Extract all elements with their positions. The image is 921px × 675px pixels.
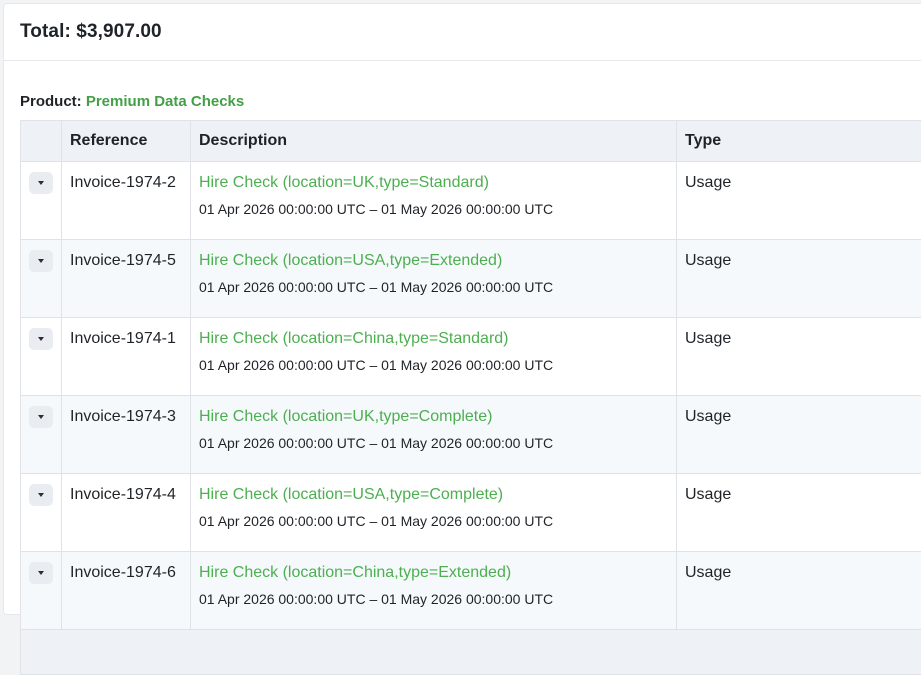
table-row: Invoice-1974-2 Hire Check (location=UK,t… <box>21 162 921 240</box>
row-description-cell: Hire Check (location=USA,type=Extended) … <box>191 240 677 318</box>
table-footer-row <box>21 630 921 675</box>
row-period: 01 Apr 2026 00:00:00 UTC – 01 May 2026 0… <box>199 356 668 374</box>
row-description-link[interactable]: Hire Check (location=USA,type=Complete) <box>199 485 668 505</box>
expand-row-button[interactable] <box>29 328 53 350</box>
row-period: 01 Apr 2026 00:00:00 UTC – 01 May 2026 0… <box>199 200 668 218</box>
line-items-table: Reference Description Type Invoice-1974-… <box>20 120 921 675</box>
expand-row-button[interactable] <box>29 250 53 272</box>
row-description-link[interactable]: Hire Check (location=UK,type=Complete) <box>199 407 668 427</box>
header-description[interactable]: Description <box>191 121 677 162</box>
row-toggle-cell <box>21 318 62 396</box>
row-type: Usage <box>677 474 921 552</box>
table-row: Invoice-1974-1 Hire Check (location=Chin… <box>21 318 921 396</box>
row-description-link[interactable]: Hire Check (location=China,type=Extended… <box>199 563 668 583</box>
expand-row-button[interactable] <box>29 172 53 194</box>
row-period: 01 Apr 2026 00:00:00 UTC – 01 May 2026 0… <box>199 278 668 296</box>
table-body: Invoice-1974-2 Hire Check (location=UK,t… <box>21 162 921 675</box>
table-footer <box>21 630 921 675</box>
row-reference: Invoice-1974-1 <box>62 318 191 396</box>
row-toggle-cell <box>21 162 62 240</box>
row-toggle-cell <box>21 240 62 318</box>
table-row: Invoice-1974-3 Hire Check (location=UK,t… <box>21 396 921 474</box>
row-reference: Invoice-1974-3 <box>62 396 191 474</box>
row-description-cell: Hire Check (location=China,type=Standard… <box>191 318 677 396</box>
row-description-link[interactable]: Hire Check (location=China,type=Standard… <box>199 329 668 349</box>
table-row: Invoice-1974-6 Hire Check (location=Chin… <box>21 552 921 630</box>
row-description-link[interactable]: Hire Check (location=UK,type=Standard) <box>199 173 668 193</box>
header-type[interactable]: Type <box>677 121 921 162</box>
row-period: 01 Apr 2026 00:00:00 UTC – 01 May 2026 0… <box>199 590 668 608</box>
row-reference: Invoice-1974-2 <box>62 162 191 240</box>
invoice-card: Total: $3,907.00 Product: Premium Data C… <box>3 3 921 615</box>
expand-row-button[interactable] <box>29 562 53 584</box>
table-header-row: Reference Description Type <box>21 121 921 162</box>
header-reference[interactable]: Reference <box>62 121 191 162</box>
caret-down-icon <box>36 258 46 264</box>
row-description-link[interactable]: Hire Check (location=USA,type=Extended) <box>199 251 668 271</box>
product-name: Premium Data Checks <box>86 93 244 110</box>
caret-down-icon <box>36 180 46 186</box>
expand-row-button[interactable] <box>29 406 53 428</box>
row-toggle-cell <box>21 552 62 630</box>
row-type: Usage <box>677 318 921 396</box>
row-type: Usage <box>677 162 921 240</box>
row-toggle-cell <box>21 396 62 474</box>
caret-down-icon <box>36 336 46 342</box>
row-period: 01 Apr 2026 00:00:00 UTC – 01 May 2026 0… <box>199 512 668 530</box>
table-row: Invoice-1974-5 Hire Check (location=USA,… <box>21 240 921 318</box>
expand-row-button[interactable] <box>29 484 53 506</box>
row-reference: Invoice-1974-4 <box>62 474 191 552</box>
card-header: Total: $3,907.00 <box>4 4 921 61</box>
product-label: Product: <box>20 93 82 110</box>
row-type: Usage <box>677 240 921 318</box>
row-type: Usage <box>677 552 921 630</box>
caret-down-icon <box>36 414 46 420</box>
row-description-cell: Hire Check (location=UK,type=Complete) 0… <box>191 396 677 474</box>
row-description-cell: Hire Check (location=USA,type=Complete) … <box>191 474 677 552</box>
table-row: Invoice-1974-4 Hire Check (location=USA,… <box>21 474 921 552</box>
line-items-table-wrapper: Reference Description Type Invoice-1974-… <box>20 120 921 675</box>
row-toggle-cell <box>21 474 62 552</box>
caret-down-icon <box>36 570 46 576</box>
product-line: Product: Premium Data Checks <box>20 93 244 110</box>
row-description-cell: Hire Check (location=China,type=Extended… <box>191 552 677 630</box>
header-toggle-column <box>21 121 62 162</box>
row-period: 01 Apr 2026 00:00:00 UTC – 01 May 2026 0… <box>199 434 668 452</box>
row-description-cell: Hire Check (location=UK,type=Standard) 0… <box>191 162 677 240</box>
caret-down-icon <box>36 492 46 498</box>
row-type: Usage <box>677 396 921 474</box>
row-reference: Invoice-1974-6 <box>62 552 191 630</box>
total-amount: Total: $3,907.00 <box>20 21 162 43</box>
row-reference: Invoice-1974-5 <box>62 240 191 318</box>
